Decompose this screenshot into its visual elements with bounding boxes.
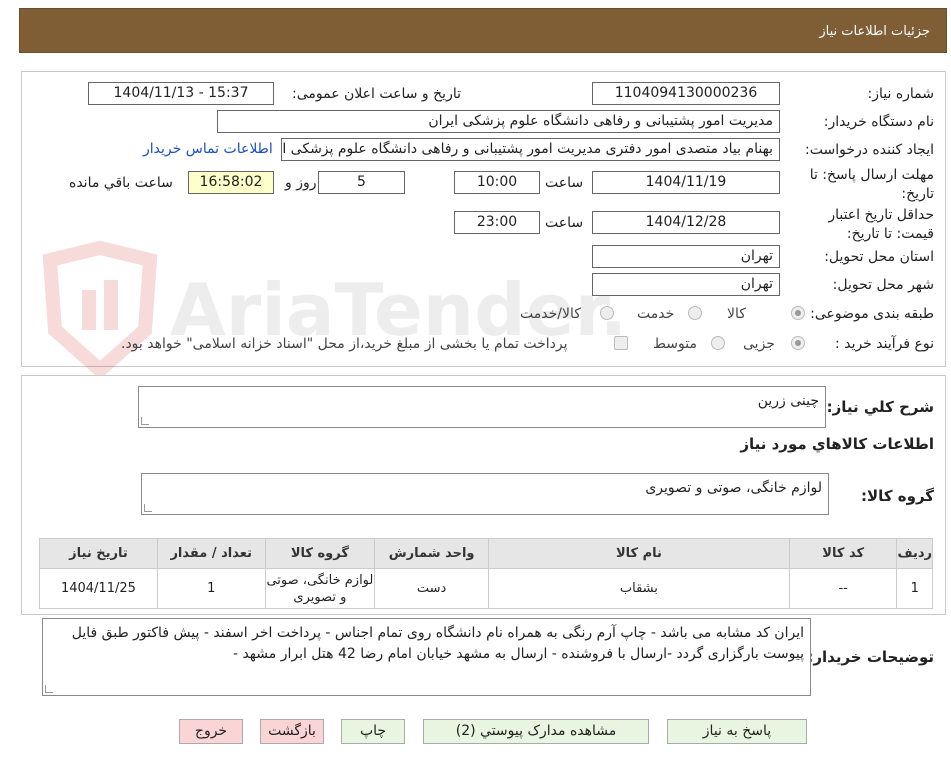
category-service-label: خدمت bbox=[637, 306, 675, 322]
validity-label: حداقل تاریخ اعتبار قیمت: تا تاریخ: bbox=[828, 207, 934, 242]
cell-code: -- bbox=[788, 568, 898, 609]
cell-name: بشقاب bbox=[487, 568, 790, 609]
exit-button[interactable]: خروج bbox=[179, 719, 243, 744]
category-both-label: کالا/خدمت bbox=[520, 306, 581, 322]
cell-unit: دست bbox=[374, 568, 489, 609]
category-goods-label: کالا bbox=[727, 306, 746, 322]
treasury-note: پرداخت تمام یا بخشی از مبلغ خرید،از محل … bbox=[121, 336, 568, 352]
page-header: جزئیات اطلاعات نیاز bbox=[19, 8, 947, 53]
col-header-date: تاريخ نياز bbox=[39, 538, 158, 569]
days-label: روز و bbox=[285, 175, 317, 191]
goods-group-label: گروه کالا: bbox=[861, 487, 934, 505]
reply-deadline-label: مهلت ارسال پاسخ: تا تاریخ: bbox=[809, 167, 934, 202]
resize-handle-icon[interactable] bbox=[141, 417, 149, 425]
buyer-notes-field[interactable]: ایران کد مشابه می باشد - چاپ آرم رنگی به… bbox=[42, 618, 811, 696]
buyer-contact-link[interactable]: اطلاعات تماس خریدار bbox=[143, 141, 273, 157]
cell-date: 1404/11/25 bbox=[39, 568, 158, 609]
category-goods-radio[interactable] bbox=[791, 306, 805, 320]
process-medium-radio[interactable] bbox=[711, 336, 725, 350]
col-header-unit: واحد شمارش bbox=[374, 538, 489, 569]
creator-label: ایجاد کننده درخواست: bbox=[805, 142, 934, 158]
summary-text: چینی زرین bbox=[757, 393, 819, 409]
need-number-field: 1104094130000236 bbox=[592, 82, 780, 105]
resize-handle-icon[interactable] bbox=[144, 504, 152, 512]
city-label: شهر محل تحویل: bbox=[832, 277, 934, 293]
treasury-checkbox[interactable] bbox=[614, 336, 628, 350]
col-header-quantity: تعداد / مقدار bbox=[156, 538, 266, 569]
need-number-label: شماره نیاز: bbox=[867, 86, 935, 102]
category-both-radio[interactable] bbox=[600, 306, 614, 320]
days-field: 5 bbox=[318, 171, 405, 194]
goods-group-text: لوازم خانگی، صوتی و تصویری bbox=[645, 480, 822, 496]
validity-time-label: ساعت bbox=[545, 215, 584, 231]
process-partial-label: جزیی bbox=[743, 336, 775, 352]
summary-label: شرح كلي نياز: bbox=[826, 398, 934, 416]
table-header-row: رديف کد کالا نام کالا واحد شمارش گروه کا… bbox=[39, 538, 933, 569]
cell-group: لوازم خانگی، صوتی و تصویری bbox=[264, 568, 376, 609]
resize-handle-icon[interactable] bbox=[45, 685, 53, 693]
process-medium-label: متوسط bbox=[653, 336, 697, 352]
goods-table: رديف کد کالا نام کالا واحد شمارش گروه کا… bbox=[39, 538, 933, 609]
validity-time-field: 23:00 bbox=[454, 211, 540, 234]
col-header-group: گروه کالا bbox=[264, 538, 376, 569]
reply-time-label: ساعت bbox=[545, 175, 584, 191]
process-label: نوع فرآیند خرید : bbox=[835, 336, 934, 352]
reply-button[interactable]: پاسخ به نياز bbox=[667, 719, 807, 744]
category-label: طبقه بندی موضوعی: bbox=[810, 306, 934, 322]
col-header-row-number: رديف bbox=[896, 538, 933, 569]
remaining-time-label: ساعت باقي مانده bbox=[69, 175, 173, 191]
announce-date-label: تاریخ و ساعت اعلان عمومی: bbox=[292, 86, 461, 102]
process-partial-radio[interactable] bbox=[791, 336, 805, 350]
reply-time-field: 10:00 bbox=[454, 171, 540, 194]
summary-field[interactable]: چینی زرین bbox=[138, 386, 826, 428]
remaining-time-field: 16:58:02 bbox=[188, 171, 274, 194]
category-service-radio[interactable] bbox=[688, 306, 702, 320]
col-header-name: نام کالا bbox=[487, 538, 790, 569]
table-row: 1 -- بشقاب دست لوازم خانگی، صوتی و تصویر… bbox=[39, 568, 933, 609]
cell-row-number: 1 bbox=[896, 568, 933, 609]
print-button[interactable]: چاپ bbox=[341, 719, 405, 744]
creator-field: بهنام بیاد متصدی امور دفتری مدیریت امور … bbox=[281, 138, 780, 161]
buyer-notes-label: توضیحات خریدار: bbox=[807, 648, 934, 666]
province-field: تهران bbox=[592, 245, 780, 268]
city-field: تهران bbox=[592, 273, 780, 296]
buyer-notes-text: ایران کد مشابه می باشد - چاپ آرم رنگی به… bbox=[71, 625, 804, 662]
goods-info-title: اطلاعات کالاهاي مورد نياز bbox=[740, 435, 934, 453]
validity-date-field: 1404/12/28 bbox=[592, 211, 780, 234]
col-header-code: کد کالا bbox=[788, 538, 898, 569]
goods-group-field[interactable]: لوازم خانگی، صوتی و تصویری bbox=[141, 473, 829, 515]
cell-quantity: 1 bbox=[156, 568, 266, 609]
back-button[interactable]: بازگشت bbox=[260, 719, 324, 744]
buyer-org-field: مدیریت امور پشتیبانی و رفاهی دانشگاه علو… bbox=[217, 110, 780, 133]
reply-date-field: 1404/11/19 bbox=[592, 171, 780, 194]
province-label: استان محل تحویل: bbox=[824, 249, 934, 265]
view-attachments-button[interactable]: مشاهده مدارک پیوستي (2) bbox=[423, 719, 649, 744]
announce-date-field: 1404/11/13 - 15:37 bbox=[88, 82, 274, 105]
buyer-org-label: نام دستگاه خریدار: bbox=[823, 114, 934, 130]
page-title: جزئیات اطلاعات نیاز bbox=[819, 24, 930, 39]
